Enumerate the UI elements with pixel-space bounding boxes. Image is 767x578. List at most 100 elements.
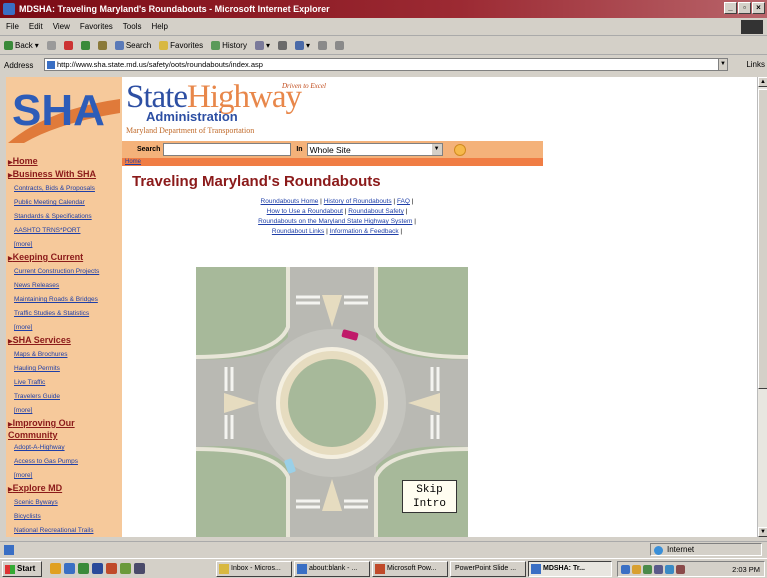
roundabout-animation[interactable]: Skip Intro [196, 267, 468, 537]
mail-button[interactable]: ▾ [254, 41, 270, 50]
nav-link[interactable]: Standards & Specifications [8, 210, 122, 224]
edit-button[interactable]: ▾ [294, 41, 310, 50]
page-done-icon [4, 545, 14, 555]
favorites-button[interactable]: Favorites [159, 41, 203, 50]
messenger-button[interactable] [335, 41, 344, 50]
nav-link[interactable]: [more] [8, 404, 122, 418]
task-inbox[interactable]: Inbox - Micros... [216, 561, 292, 577]
volume-icon[interactable] [632, 565, 641, 574]
task-powerpoint-slide[interactable]: PowerPoint Slide ... [450, 561, 526, 577]
scroll-up-icon[interactable]: ▲ [758, 77, 767, 87]
site-search-input[interactable] [163, 143, 292, 156]
roundabout-link[interactable]: History of Roundabouts [324, 198, 392, 205]
nav-link[interactable]: [more] [8, 238, 122, 252]
mail-icon [254, 41, 264, 50]
start-button[interactable]: Start [2, 561, 42, 577]
nav-link[interactable]: AASHTO TRNS*PORT [8, 224, 122, 238]
back-button[interactable]: Back ▾ [4, 41, 39, 50]
menu-edit[interactable]: Edit [29, 22, 43, 31]
menu-file[interactable]: File [6, 22, 19, 31]
nav-link[interactable]: News Releases [8, 279, 122, 293]
scroll-down-icon[interactable]: ▼ [758, 527, 767, 537]
nav-link[interactable]: Current Construction Projects [8, 265, 122, 279]
nav-link[interactable]: Contracts, Bids & Proposals [8, 182, 122, 196]
roundabout-link[interactable]: Roundabouts on the Maryland State Highwa… [258, 218, 412, 225]
task-mdsha[interactable]: MDSHA: Tr... [528, 561, 612, 577]
roundabout-link[interactable]: Information & Feedback [330, 228, 399, 235]
nav-section-heading[interactable]: ▶Business With SHA [8, 169, 122, 181]
scroll-thumb[interactable] [758, 89, 767, 389]
close-button[interactable]: × [752, 2, 765, 14]
search-go-button[interactable] [453, 143, 466, 156]
nav-link[interactable]: Maintaining Roads & Bridges [8, 293, 122, 307]
ie-icon[interactable] [64, 563, 75, 574]
nav-link[interactable]: Maps & Brochures [8, 348, 122, 362]
title-bar[interactable]: MDSHA: Traveling Maryland's Roundabouts … [0, 0, 767, 18]
nav-section-heading[interactable]: ▶Explore MD [8, 483, 122, 495]
forward-button[interactable] [46, 41, 56, 50]
brand-header[interactable]: StateHighway Driven to Excel Administrat… [126, 79, 426, 143]
nav-section-heading[interactable]: ▶Home [8, 156, 122, 168]
address-dropdown[interactable]: ▼ [718, 58, 728, 71]
security-zone: Internet [650, 543, 762, 556]
nav-section-heading[interactable]: ▶SHA Services [8, 335, 122, 347]
nav-link[interactable]: Bicyclists [8, 510, 122, 524]
search-scope-select[interactable]: Whole Site ▼ [306, 143, 443, 156]
tray-icon[interactable] [643, 565, 652, 574]
skip-intro-button[interactable]: Skip Intro [402, 480, 457, 513]
print-button[interactable] [277, 41, 287, 50]
word-icon[interactable] [92, 563, 103, 574]
nav-link[interactable]: Traffic Studies & Statistics [8, 307, 122, 321]
nav-link[interactable]: Adopt-A-Highway [8, 441, 122, 455]
menu-favorites[interactable]: Favorites [80, 22, 113, 31]
nav-link[interactable]: [more] [8, 469, 122, 483]
maximize-button[interactable]: ▫ [738, 2, 751, 14]
network-icon[interactable] [621, 565, 630, 574]
nav-section-heading[interactable]: ▶Keeping Current [8, 252, 122, 264]
roundabout-link[interactable]: Roundabout Links [272, 228, 324, 235]
tray-icon[interactable] [665, 565, 674, 574]
task-powerpoint[interactable]: Microsoft Pow... [372, 561, 448, 577]
home-icon [97, 41, 107, 50]
app-icon[interactable] [134, 563, 145, 574]
roundabout-link[interactable]: Roundabout Safety [348, 208, 404, 215]
powerpoint-icon[interactable] [106, 563, 117, 574]
roundabout-link[interactable]: Roundabouts Home [261, 198, 319, 205]
menu-view[interactable]: View [53, 22, 70, 31]
app-icon[interactable] [120, 563, 131, 574]
nav-link[interactable]: Travelers Guide [8, 390, 122, 404]
back-arrow-icon [4, 41, 13, 50]
roundabout-link[interactable]: FAQ [397, 198, 410, 205]
stop-button[interactable] [63, 41, 73, 50]
menu-tools[interactable]: Tools [123, 22, 142, 31]
nav-link[interactable]: Public Meeting Calendar [8, 196, 122, 210]
nav-link[interactable]: Live Traffic [8, 376, 122, 390]
discuss-button[interactable] [318, 41, 327, 50]
brand-tagline: Driven to Excel [282, 82, 326, 90]
minimize-button[interactable]: _ [724, 2, 737, 14]
tray-icon[interactable] [654, 565, 663, 574]
roundabout-link[interactable]: How to Use a Roundabout [267, 208, 343, 215]
task-about-blank[interactable]: about:blank - ... [294, 561, 370, 577]
address-input[interactable]: http://www.sha.state.md.us/safety/oots/r… [44, 58, 728, 71]
history-button[interactable]: History [211, 41, 247, 50]
search-button[interactable]: Search [114, 41, 151, 50]
stop-icon [63, 41, 73, 50]
links-button[interactable]: Links [746, 60, 765, 69]
sha-logo[interactable]: SHA [8, 79, 120, 143]
breadcrumb-home-link[interactable]: Home [125, 159, 141, 165]
nav-link[interactable]: Scenic Byways [8, 496, 122, 510]
nav-link[interactable]: Hauling Permits [8, 362, 122, 376]
nav-link[interactable]: National Recreational Trails [8, 524, 122, 537]
refresh-button[interactable] [80, 41, 90, 50]
excel-icon[interactable] [78, 563, 89, 574]
desktop-icon[interactable] [50, 563, 61, 574]
menu-help[interactable]: Help [151, 22, 167, 31]
tray-icon[interactable] [676, 565, 685, 574]
nav-link[interactable]: [more] [8, 321, 122, 335]
brand-mdot: Maryland Department of Transportation [126, 126, 255, 135]
vertical-scrollbar[interactable]: ▲ ▼ [757, 77, 767, 537]
nav-link[interactable]: Access to Gas Pumps [8, 455, 122, 469]
home-button[interactable] [97, 41, 107, 50]
nav-section-heading[interactable]: ▶Improving Our Community [8, 418, 122, 440]
